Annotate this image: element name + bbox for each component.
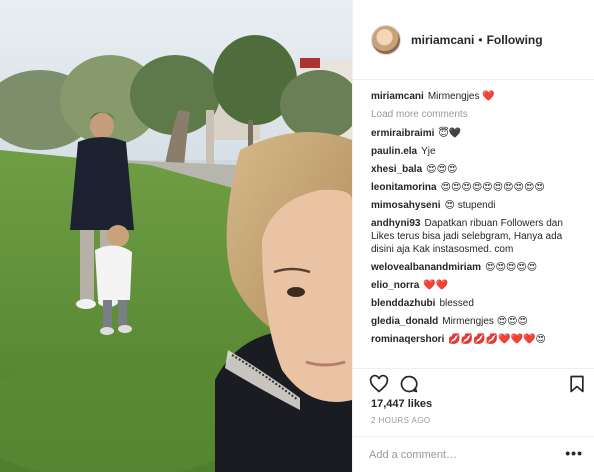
post-header: miriamcani • Following xyxy=(353,0,594,80)
comment: leonitamorina 😍😍😍😍😍😍😍😍😍😍 xyxy=(371,181,583,194)
header-username[interactable]: miriamcani xyxy=(411,33,474,47)
comment-username[interactable]: paulin.ela xyxy=(371,146,417,157)
comment-text: blessed xyxy=(439,298,474,309)
comment: mimosahyseni 😍 stupendi xyxy=(371,199,583,212)
load-more-comments-link[interactable]: Load more comments xyxy=(371,108,583,121)
comment: paulin.ela Yje xyxy=(371,145,583,158)
comment-username[interactable]: welovealbanandmiriam xyxy=(371,262,481,273)
comment-username[interactable]: rominaqershori xyxy=(371,334,444,345)
comment: xhesi_bala 😍😍😍 xyxy=(371,163,583,176)
comment: elio_norra ❤️❤️ xyxy=(371,279,583,292)
comment-username[interactable]: miriamcani xyxy=(371,91,424,102)
comment-username[interactable]: mimosahyseni xyxy=(371,200,440,211)
comment-text: ❤️❤️ xyxy=(423,280,449,291)
post-photo[interactable] xyxy=(0,0,352,472)
comment-username[interactable]: elio_norra xyxy=(371,280,419,291)
caption: miriamcani Mirmengjes ❤️ xyxy=(371,90,583,103)
more-options-icon[interactable]: ••• xyxy=(565,445,583,461)
comment-text: Mirmengjes 😍😍😍 xyxy=(442,316,528,327)
post-photo-illustration xyxy=(0,0,352,472)
comment-username[interactable]: leonitamorina xyxy=(371,182,437,193)
comment: andhyni93 Dapatkan ribuan Followers dan L… xyxy=(371,217,583,256)
comment-username[interactable]: xhesi_bala xyxy=(371,164,422,175)
comment-username[interactable]: gledia_donald xyxy=(371,316,438,327)
avatar[interactable] xyxy=(371,24,401,55)
heart-icon[interactable] xyxy=(369,374,389,394)
comments-list[interactable]: miriamcani Mirmengjes ❤️ Load more commen… xyxy=(353,82,594,364)
following-button[interactable]: Following xyxy=(487,33,543,47)
comment-bubble-icon[interactable] xyxy=(399,374,419,394)
comment-text: Yje xyxy=(421,146,436,157)
header-separator: • xyxy=(478,32,483,47)
action-bar xyxy=(353,368,594,396)
comment: welovealbanandmiriam 😍😍😍😍😍 xyxy=(371,261,583,274)
comment-text: 😍😍😍😍😍 xyxy=(485,262,538,273)
comment-username[interactable]: ermiraibraimi xyxy=(371,128,434,139)
add-comment-bar: ••• xyxy=(353,436,594,472)
comment: ermiraibraimi 😇🖤 xyxy=(371,127,583,140)
comment-username[interactable]: andhyni93 xyxy=(371,218,420,229)
comment-text: Mirmengjes ❤️ xyxy=(427,91,495,102)
comment-text: 😍😍😍😍😍😍😍😍😍😍 xyxy=(440,182,545,193)
comment-text: 😍😍😍 xyxy=(426,164,458,175)
post-timestamp[interactable]: 2 HOURS AGO xyxy=(371,416,431,425)
bookmark-icon[interactable] xyxy=(567,374,587,394)
comment: blenddazhubi blessed xyxy=(371,297,583,310)
post-side-panel: miriamcani • Following miriamcani Mirmeng… xyxy=(352,0,594,472)
comment-text: 😍 stupendi xyxy=(444,200,496,211)
add-comment-input[interactable] xyxy=(369,445,559,465)
likes-count[interactable]: 17,447 likes xyxy=(371,398,432,410)
comment: gledia_donald Mirmengjes 😍😍😍 xyxy=(371,315,583,328)
comment-text: 💋💋💋💋❤️❤️❤️😍 xyxy=(448,334,546,345)
comment: rominaqershori 💋💋💋💋❤️❤️❤️😍 xyxy=(371,333,583,346)
comment-text: 😇🖤 xyxy=(438,128,462,139)
comment-username[interactable]: blenddazhubi xyxy=(371,298,435,309)
